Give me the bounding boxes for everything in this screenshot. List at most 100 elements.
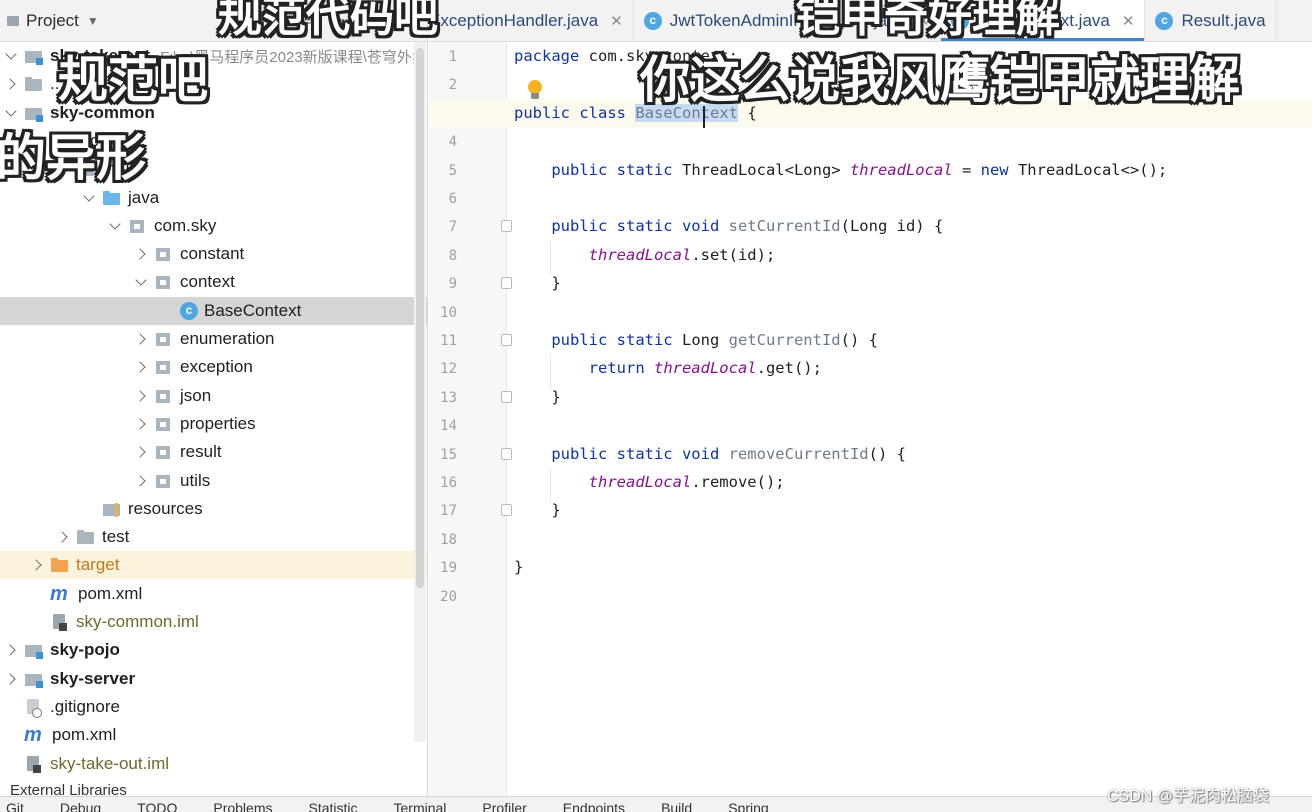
code-token: threadLocal bbox=[588, 473, 692, 491]
code-line[interactable]: return threadLocal.get(); bbox=[514, 354, 822, 382]
tab-global-exception-handler[interactable]: ExceptionHandler.java ✕ bbox=[429, 0, 634, 41]
tree-item-json[interactable]: json bbox=[0, 382, 427, 410]
line-number[interactable]: 8 bbox=[429, 248, 457, 264]
line-number[interactable]: 4 bbox=[429, 134, 457, 150]
tool-window-button-endpoints[interactable]: Endpoints bbox=[563, 797, 625, 812]
line-number[interactable]: 16 bbox=[429, 475, 457, 491]
code-line[interactable]: threadLocal.remove(); bbox=[514, 468, 785, 496]
chevron-down-icon[interactable] bbox=[108, 219, 122, 233]
chevron-right-icon[interactable] bbox=[30, 558, 44, 572]
tool-window-button-build[interactable]: Build bbox=[661, 797, 692, 812]
tab-label: ExceptionHandler.java bbox=[429, 10, 599, 30]
tab-result[interactable]: c Result.java bbox=[1145, 0, 1277, 41]
tool-window-button-terminal[interactable]: Terminal bbox=[394, 797, 447, 812]
line-number[interactable]: 13 bbox=[429, 390, 457, 406]
tool-window-button-profiler[interactable]: Profiler bbox=[482, 797, 526, 812]
tree-item-exception[interactable]: exception bbox=[0, 353, 427, 381]
code-line[interactable]: public static ThreadLocal<Long> threadLo… bbox=[514, 156, 1167, 184]
chevron-right-icon[interactable] bbox=[134, 247, 148, 261]
tree-item-resources[interactable]: resources bbox=[0, 495, 427, 523]
line-number[interactable]: 14 bbox=[429, 418, 457, 434]
tool-window-button-statistic[interactable]: Statistic bbox=[309, 797, 358, 812]
tree-item-utils[interactable]: utils bbox=[0, 467, 427, 495]
code-line[interactable]: public static void setCurrentId(Long id)… bbox=[514, 212, 943, 240]
code-line[interactable]: } bbox=[514, 496, 560, 524]
line-number[interactable]: 19 bbox=[429, 560, 457, 576]
chevron-down-icon[interactable] bbox=[134, 275, 148, 289]
line-number[interactable]: 17 bbox=[429, 503, 457, 519]
chevron-right-icon[interactable] bbox=[4, 77, 18, 91]
tree-item-pom-root[interactable]: m pom.xml bbox=[0, 721, 427, 749]
tree-item-constant[interactable]: constant bbox=[0, 240, 427, 268]
code-area[interactable]: package com.sky.context; public class Bas… bbox=[429, 42, 1312, 812]
chevron-right-icon[interactable] bbox=[134, 474, 148, 488]
class-icon: c bbox=[643, 11, 662, 30]
line-number[interactable]: 5 bbox=[429, 163, 457, 179]
code-line[interactable]: threadLocal.set(id); bbox=[514, 241, 776, 269]
intention-bulb-icon[interactable] bbox=[524, 80, 546, 102]
line-number[interactable]: 9 bbox=[429, 276, 457, 292]
line-number[interactable]: 6 bbox=[429, 191, 457, 207]
line-number[interactable]: 18 bbox=[429, 532, 457, 548]
tree-item-pom-common[interactable]: m pom.xml bbox=[0, 580, 427, 608]
tree-item-context[interactable]: context bbox=[0, 268, 427, 296]
package-icon bbox=[154, 472, 174, 490]
source-folder-icon bbox=[102, 189, 122, 207]
chevron-right-icon[interactable] bbox=[134, 417, 148, 431]
line-number[interactable]: 7 bbox=[429, 219, 457, 235]
line-number[interactable]: 11 bbox=[429, 333, 457, 349]
tree-item-target[interactable]: target bbox=[0, 551, 427, 580]
line-number[interactable]: 10 bbox=[429, 305, 457, 321]
tree-item-result[interactable]: result bbox=[0, 438, 427, 466]
code-token: threadLocal bbox=[588, 245, 692, 264]
code-line[interactable]: } bbox=[514, 269, 560, 297]
tree-item-basecontext[interactable]: BaseContext bbox=[0, 296, 427, 325]
line-number[interactable]: 1 bbox=[429, 49, 457, 65]
code-line[interactable]: public static Long getCurrentId() { bbox=[514, 326, 878, 354]
package-icon bbox=[154, 358, 174, 376]
chevron-right-icon[interactable] bbox=[134, 332, 148, 346]
chevron-right-icon[interactable] bbox=[134, 389, 148, 403]
chevron-right-icon[interactable] bbox=[56, 530, 70, 544]
tree-item-sky-pojo[interactable]: sky-pojo bbox=[0, 636, 427, 664]
chevron-right-icon[interactable] bbox=[134, 445, 148, 459]
chevron-down-icon[interactable]: ▼ bbox=[87, 14, 99, 28]
chevron-right-icon[interactable] bbox=[4, 672, 18, 686]
tree-item-sky-server[interactable]: sky-server bbox=[0, 665, 427, 693]
package-icon bbox=[154, 415, 174, 433]
code-token: threadLocal bbox=[653, 359, 757, 378]
tree-item-com-sky[interactable]: com.sky bbox=[0, 212, 427, 240]
line-number[interactable]: 2 bbox=[429, 77, 457, 93]
chevron-right-icon[interactable] bbox=[134, 360, 148, 374]
tool-window-button-todo[interactable]: TODO bbox=[137, 797, 177, 812]
close-icon[interactable]: ✕ bbox=[610, 12, 623, 30]
tool-window-button-debug[interactable]: Debug bbox=[60, 797, 101, 812]
tree-item-properties[interactable]: properties bbox=[0, 410, 427, 438]
scrollbar-thumb[interactable] bbox=[416, 48, 424, 588]
tool-window-button-spring[interactable]: Spring bbox=[728, 797, 768, 812]
close-icon[interactable]: ✕ bbox=[1122, 12, 1135, 30]
tool-window-button-git[interactable]: Git bbox=[6, 797, 24, 812]
chevron-right-icon[interactable] bbox=[4, 643, 18, 657]
tree-item-iml-common[interactable]: sky-common.iml bbox=[0, 608, 427, 636]
code-line[interactable]: } bbox=[514, 553, 523, 581]
tree-item-test[interactable]: test bbox=[0, 523, 427, 551]
chevron-down-icon[interactable] bbox=[82, 191, 96, 205]
tree-item-enumeration[interactable]: enumeration bbox=[0, 325, 427, 353]
tree-item-gitignore[interactable]: .gitignore bbox=[0, 693, 427, 721]
line-number[interactable]: 15 bbox=[429, 447, 457, 463]
code-line[interactable]: public static void removeCurrentId() { bbox=[514, 440, 906, 468]
line-number[interactable]: 12 bbox=[429, 361, 457, 377]
line-number[interactable]: 20 bbox=[429, 589, 457, 605]
tree-item-iml-root[interactable]: sky-take-out.iml bbox=[0, 750, 427, 778]
chevron-down-icon[interactable] bbox=[4, 49, 18, 63]
project-tree-scrollbar[interactable] bbox=[414, 42, 426, 742]
tool-window-button-problems[interactable]: Problems bbox=[213, 797, 272, 812]
code-token: public static void bbox=[551, 217, 729, 236]
code-line[interactable]: } bbox=[514, 383, 560, 411]
project-panel-title[interactable]: Project bbox=[26, 11, 79, 31]
tree-item-external-libraries[interactable]: External Libraries bbox=[0, 782, 127, 796]
package-icon bbox=[154, 245, 174, 263]
